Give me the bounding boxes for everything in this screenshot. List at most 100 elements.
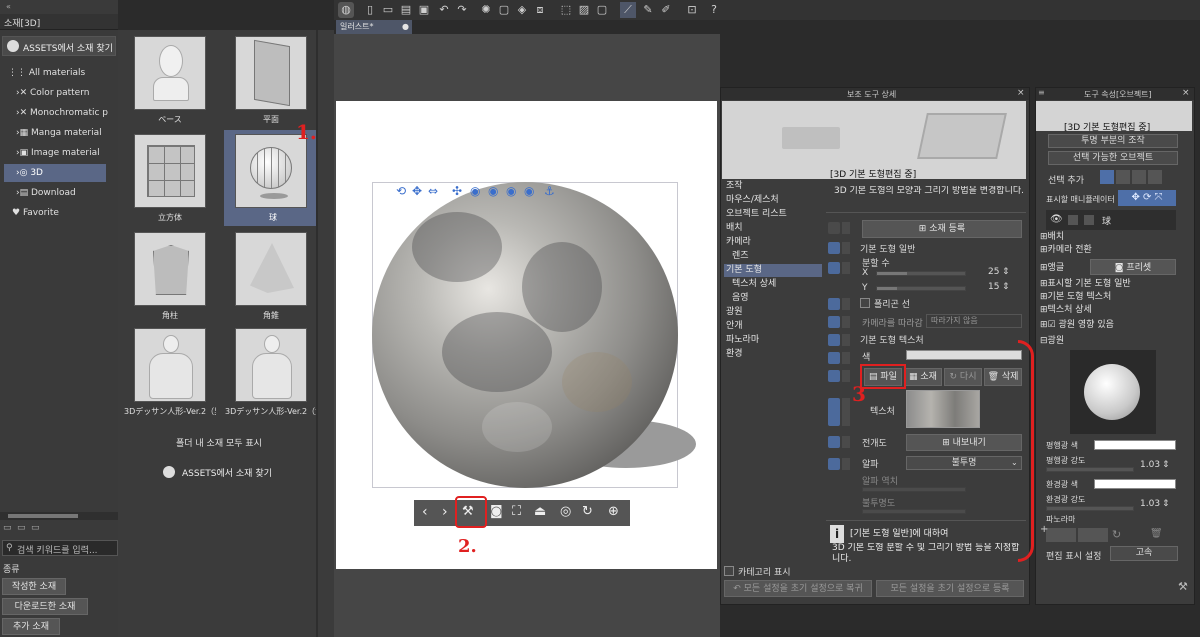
print-icon[interactable]: ▣ (416, 2, 432, 18)
new-folder-icon[interactable]: ▭ (3, 523, 12, 533)
panorama-file-button[interactable] (1046, 528, 1076, 542)
brush-icon[interactable]: ✎ (640, 2, 656, 18)
snap-icon[interactable]: ⚓ (544, 184, 555, 198)
menu-mouse[interactable]: 마우스/제스처 (724, 194, 822, 207)
spinner-icon[interactable]: ⇕ (1162, 460, 1170, 470)
material-thumb-female-figure[interactable] (235, 328, 307, 402)
collapse-icon[interactable]: « (6, 2, 11, 11)
fill-icon[interactable]: ◈ (514, 2, 530, 18)
object-rotate-z-icon[interactable]: ◉ (524, 184, 534, 198)
category-downloaded-button[interactable]: 다운로드한 소재 (2, 598, 88, 615)
material-thumb-base[interactable] (134, 36, 206, 110)
expand-arrow[interactable] (842, 242, 850, 254)
material-button[interactable]: ▦ 소재 (904, 368, 942, 386)
assets-search-button[interactable]: ASSETS에서 소재 찾기 (2, 36, 116, 56)
object-layer-list[interactable]: 👁 球 (1046, 210, 1176, 230)
register-material-button[interactable]: ⊞ 소재 등록 (862, 220, 1022, 238)
category-created-button[interactable]: 작성한 소재 (2, 578, 66, 595)
reload-icon[interactable]: ↻ (1112, 528, 1121, 541)
spinner-icon[interactable]: ⇕ (1002, 267, 1010, 277)
polygon-line-checkbox[interactable] (860, 298, 870, 308)
select-mode-2-icon[interactable] (1116, 170, 1130, 184)
camera-pan-icon[interactable]: ✥ (412, 184, 422, 198)
section-texture-detail[interactable]: ⊞텍스처 상세 (1040, 303, 1190, 317)
add-icon[interactable]: + (1040, 524, 1048, 535)
close-icon[interactable]: × (1017, 88, 1025, 98)
fit-icon[interactable]: ⛶ (512, 504, 521, 519)
menu-panorama[interactable]: 파노라마 (724, 334, 822, 347)
menu-primitive[interactable]: 기본 도형 (724, 264, 822, 277)
transform-icon[interactable]: ⧈ (532, 2, 548, 18)
eye-icon[interactable]: 👁 (1050, 214, 1063, 225)
selection-border-icon[interactable]: ▢ (594, 2, 610, 18)
select-mode-3-icon[interactable] (1132, 170, 1146, 184)
open-file-icon[interactable]: ▭ (380, 2, 396, 18)
eye-toggle[interactable] (828, 370, 840, 382)
invert-selection-icon[interactable]: ▨ (576, 2, 592, 18)
checkbox-checked-icon[interactable]: ☑ (1048, 320, 1059, 330)
manipulator-icons[interactable]: ✥ ⟳ ⤧ (1118, 190, 1176, 206)
section-placement[interactable]: ⊞배치 (1040, 230, 1190, 244)
menu-operation[interactable]: 조작 (724, 180, 822, 193)
parallel-color-swatch[interactable] (1094, 440, 1176, 450)
eye-toggle[interactable] (828, 436, 840, 448)
eye-toggle[interactable] (828, 242, 840, 254)
menu-icon[interactable]: ≡ (1038, 88, 1045, 97)
export-button[interactable]: ⊞ 내보내기 (906, 434, 1022, 451)
tree-item-all[interactable]: ⋮⋮ All materials (4, 64, 116, 82)
color-swatch[interactable] (906, 350, 1022, 360)
section-light[interactable]: ⊟광원 (1040, 334, 1190, 348)
reload-button[interactable]: ↻ 다시 (944, 368, 982, 386)
close-tab-icon[interactable]: ● (402, 20, 409, 34)
clear-icon[interactable]: ▢ (496, 2, 512, 18)
menu-camera[interactable]: 카메라 (724, 236, 822, 249)
alpha-threshold-slider[interactable] (862, 487, 966, 492)
menu-environment[interactable]: 환경 (724, 348, 822, 361)
eraser-icon[interactable]: ✐ (658, 2, 674, 18)
expand-arrow[interactable] (842, 222, 850, 234)
menu-object-list[interactable]: 오브젝트 리스트 (724, 208, 822, 221)
globe-icon[interactable]: ⊕ (608, 504, 619, 519)
delete-button[interactable]: 🗑 삭제 (984, 368, 1022, 386)
section-primitive-general[interactable]: ⊞표시할 기본 도형 일반 (1040, 277, 1190, 291)
register-all-button[interactable]: 모든 설정을 초기 설정으로 등록 (876, 580, 1024, 597)
category-show-checkbox[interactable] (724, 566, 734, 576)
canvas-tab[interactable]: 일러스트* ● (336, 20, 412, 34)
menu-placement[interactable]: 배치 (724, 222, 822, 235)
prev-icon[interactable]: ‹ (422, 504, 428, 520)
material-thumb-male-figure[interactable] (134, 328, 206, 402)
x-slider[interactable] (876, 271, 966, 276)
expand-arrow[interactable] (842, 334, 850, 346)
assets-find-link[interactable]: ASSETS에서 소재 찾기 (160, 463, 284, 481)
opacity-slider[interactable] (862, 509, 966, 514)
expand-arrow[interactable] (842, 352, 850, 364)
tree-item-download[interactable]: ›▤ Download (4, 184, 116, 202)
preset-button[interactable]: ◙ 프리셋 (1090, 259, 1176, 275)
expand-arrow[interactable] (842, 458, 850, 470)
tree-item-color-pattern[interactable]: ›✕ Color pattern (4, 84, 116, 102)
category-added-button[interactable]: 추가 소재 (2, 618, 60, 635)
layer-color-icon[interactable] (1084, 215, 1094, 225)
edit-display-select[interactable]: 고속 (1110, 546, 1178, 561)
help-icon[interactable]: ? (706, 2, 722, 18)
loading-icon[interactable]: ✺ (478, 2, 494, 18)
spinner-icon[interactable]: ⇕ (1162, 499, 1170, 509)
tree-scrollbar[interactable] (0, 512, 118, 520)
camera-icon[interactable]: ◙ (490, 504, 503, 519)
eye-toggle[interactable] (828, 458, 840, 470)
transparent-ops-select[interactable]: 투명 부분의 조작 (1048, 134, 1178, 148)
menu-texture-detail[interactable]: 텍스처 상세 (724, 278, 822, 291)
object-rotate-x-icon[interactable]: ◉ (488, 184, 498, 198)
material-thumb-sphere[interactable] (235, 134, 307, 208)
next-icon[interactable]: › (442, 504, 448, 520)
expand-arrow[interactable] (842, 298, 850, 310)
tree-item-3d[interactable]: ›◎ 3D (4, 164, 106, 182)
menu-shading[interactable]: 음영 (724, 292, 822, 305)
app-logo-icon[interactable]: ◍ (338, 2, 354, 18)
expand-arrow[interactable] (842, 436, 850, 448)
reset-all-button[interactable]: ↶ 모든 설정을 초기 설정으로 복귀 (724, 580, 872, 597)
edit-folder-icon[interactable]: ▭ (17, 523, 26, 533)
y-slider[interactable] (876, 286, 966, 291)
menu-lens[interactable]: 렌즈 (724, 250, 822, 263)
selectable-object-select[interactable]: 선택 가능한 오브젝트 (1048, 151, 1178, 165)
